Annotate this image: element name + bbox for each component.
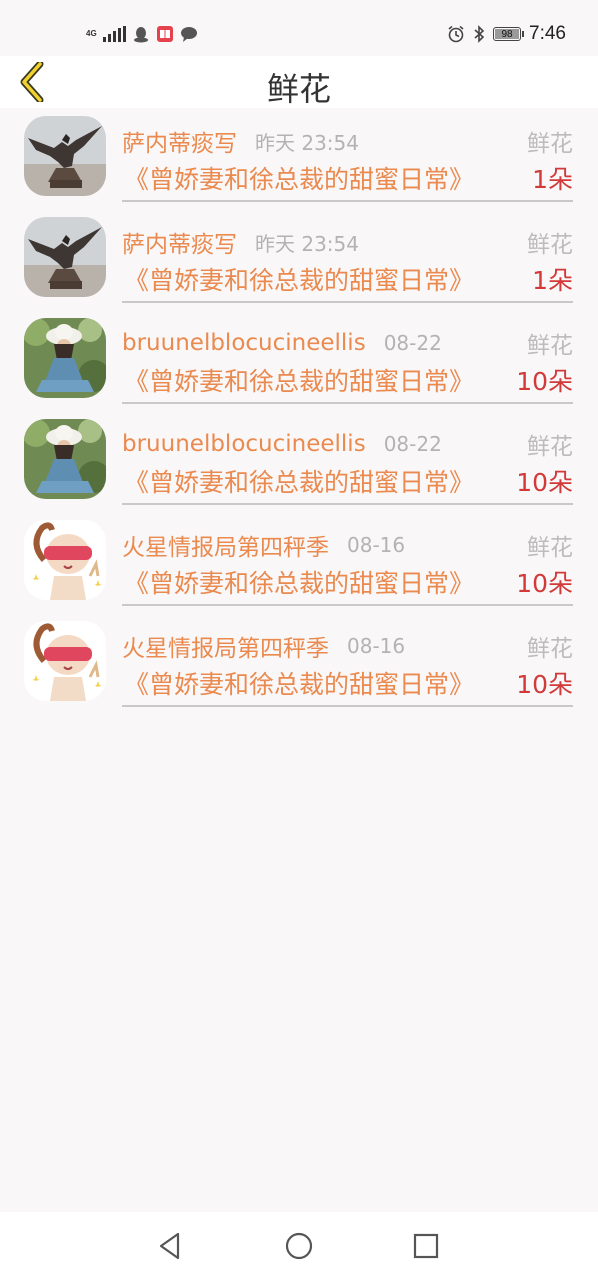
gift-time: 08-22 <box>383 432 442 456</box>
record-detail: 《曾娇妻和徐总裁的甜蜜日常》 1朵 <box>122 261 573 297</box>
user-name[interactable]: 火星情报局第四秤季 <box>122 629 329 663</box>
girl-in-hat-avatar-image <box>24 318 106 398</box>
list-item[interactable]: 火星情报局第四秤季 08-16 鲜花 《曾娇妻和徐总裁的甜蜜日常》 10朵 <box>0 512 598 613</box>
status-right: 98 7:46 <box>447 22 566 46</box>
nav-home-button[interactable] <box>279 1226 319 1266</box>
record-header: bruunelblocucineellis 08-22 鲜花 <box>122 326 573 360</box>
record-header: 火星情报局第四秤季 08-16 鲜花 <box>122 629 573 663</box>
record-detail: 《曾娇妻和徐总裁的甜蜜日常》 10朵 <box>122 564 573 600</box>
alarm-clock-icon <box>448 25 464 43</box>
divider <box>122 503 573 505</box>
list-item[interactable]: 萨内蒂痰写 昨天 23:54 鲜花 《曾娇妻和徐总裁的甜蜜日常》 1朵 <box>0 108 598 209</box>
girl-in-hat-avatar-image <box>24 419 106 499</box>
bluetooth-icon <box>474 25 485 43</box>
record-header: bruunelblocucineellis 08-22 鲜花 <box>122 427 573 461</box>
gift-time: 08-16 <box>347 634 406 658</box>
eagle-statue-avatar-image <box>24 217 106 297</box>
book-title[interactable]: 《曾娇妻和徐总裁的甜蜜日常》 <box>124 463 474 499</box>
cartoon-blindfold-avatar-image <box>24 520 106 600</box>
record-detail: 《曾娇妻和徐总裁的甜蜜日常》 10朵 <box>122 463 573 499</box>
page-title: 鲜花 <box>266 70 331 108</box>
triangle-back-icon <box>159 1232 180 1260</box>
gift-type: 鲜花 <box>527 333 573 359</box>
user-name[interactable]: 萨内蒂痰写 <box>122 225 237 259</box>
status-time: 7:46 <box>529 23 566 44</box>
nav-recents-button[interactable] <box>406 1226 446 1266</box>
book-title[interactable]: 《曾娇妻和徐总裁的甜蜜日常》 <box>124 160 474 196</box>
battery-icon: 98 <box>493 27 525 41</box>
flower-count: 10朵 <box>516 468 573 497</box>
book-title[interactable]: 《曾娇妻和徐总裁的甜蜜日常》 <box>124 665 474 701</box>
nav-back-button[interactable] <box>150 1226 190 1266</box>
list-item[interactable]: bruunelblocucineellis 08-22 鲜花 《曾娇妻和徐总裁的… <box>0 411 598 512</box>
divider <box>122 200 573 202</box>
avatar[interactable] <box>24 621 106 701</box>
gift-time: 昨天 23:54 <box>255 231 359 256</box>
flower-count: 10朵 <box>516 670 573 699</box>
list-item[interactable]: 萨内蒂痰写 昨天 23:54 鲜花 《曾娇妻和徐总裁的甜蜜日常》 1朵 <box>0 209 598 310</box>
avatar[interactable] <box>24 520 106 600</box>
status-left: 4G 4G <box>86 22 198 46</box>
avatar[interactable] <box>24 318 106 398</box>
user-name[interactable]: 萨内蒂痰写 <box>122 124 237 158</box>
flower-gift-list: 萨内蒂痰写 昨天 23:54 鲜花 《曾娇妻和徐总裁的甜蜜日常》 1朵 萨内蒂痰… <box>0 108 598 714</box>
gift-type: 鲜花 <box>527 636 573 662</box>
user-name[interactable]: 火星情报局第四秤季 <box>122 528 329 562</box>
book-title[interactable]: 《曾娇妻和徐总裁的甜蜜日常》 <box>124 362 474 398</box>
gift-type: 鲜花 <box>527 131 573 157</box>
gift-time: 08-16 <box>347 533 406 557</box>
message-bubble-icon <box>180 27 197 42</box>
status-bar: 4G 4G 98 7:46 <box>0 0 598 56</box>
user-name[interactable]: bruunelblocucineellis <box>122 330 366 356</box>
divider <box>122 705 573 707</box>
divider <box>122 604 573 606</box>
flower-count: 1朵 <box>532 165 573 194</box>
divider <box>122 301 573 303</box>
gift-time: 昨天 23:54 <box>255 130 359 155</box>
list-item[interactable]: 火星情报局第四秤季 08-16 鲜花 《曾娇妻和徐总裁的甜蜜日常》 10朵 <box>0 613 598 714</box>
list-item[interactable]: bruunelblocucineellis 08-22 鲜花 《曾娇妻和徐总裁的… <box>0 310 598 411</box>
qq-penguin-icon <box>133 27 148 43</box>
gift-type: 鲜花 <box>527 535 573 561</box>
system-nav-bar <box>0 1212 598 1280</box>
signal-strength-icon <box>102 26 126 42</box>
record-header: 火星情报局第四秤季 08-16 鲜花 <box>122 528 573 562</box>
flower-count: 10朵 <box>516 367 573 396</box>
divider <box>122 402 573 404</box>
book-title[interactable]: 《曾娇妻和徐总裁的甜蜜日常》 <box>124 261 474 297</box>
reader-app-icon <box>156 26 173 42</box>
eagle-statue-avatar-image <box>24 116 106 196</box>
user-name[interactable]: bruunelblocucineellis <box>122 431 366 457</box>
gift-time: 08-22 <box>383 331 442 355</box>
record-detail: 《曾娇妻和徐总裁的甜蜜日常》 10朵 <box>122 665 573 701</box>
battery-percent: 98 <box>501 28 513 40</box>
record-header: 萨内蒂痰写 昨天 23:54 鲜花 <box>122 225 573 259</box>
flower-count: 1朵 <box>532 266 573 295</box>
gift-type: 鲜花 <box>527 434 573 460</box>
record-detail: 《曾娇妻和徐总裁的甜蜜日常》 10朵 <box>122 362 573 398</box>
cartoon-blindfold-avatar-image <box>24 621 106 701</box>
network-type-icon: 4G 4G <box>86 29 97 38</box>
gift-type: 鲜花 <box>527 232 573 258</box>
flower-count: 10朵 <box>516 569 573 598</box>
avatar[interactable] <box>24 217 106 297</box>
square-recents-icon <box>413 1233 439 1259</box>
book-title[interactable]: 《曾娇妻和徐总裁的甜蜜日常》 <box>124 564 474 600</box>
circle-home-icon <box>285 1232 313 1260</box>
avatar[interactable] <box>24 419 106 499</box>
record-header: 萨内蒂痰写 昨天 23:54 鲜花 <box>122 124 573 158</box>
app-bar: 鲜花 <box>0 56 598 108</box>
avatar[interactable] <box>24 116 106 196</box>
record-detail: 《曾娇妻和徐总裁的甜蜜日常》 1朵 <box>122 160 573 196</box>
